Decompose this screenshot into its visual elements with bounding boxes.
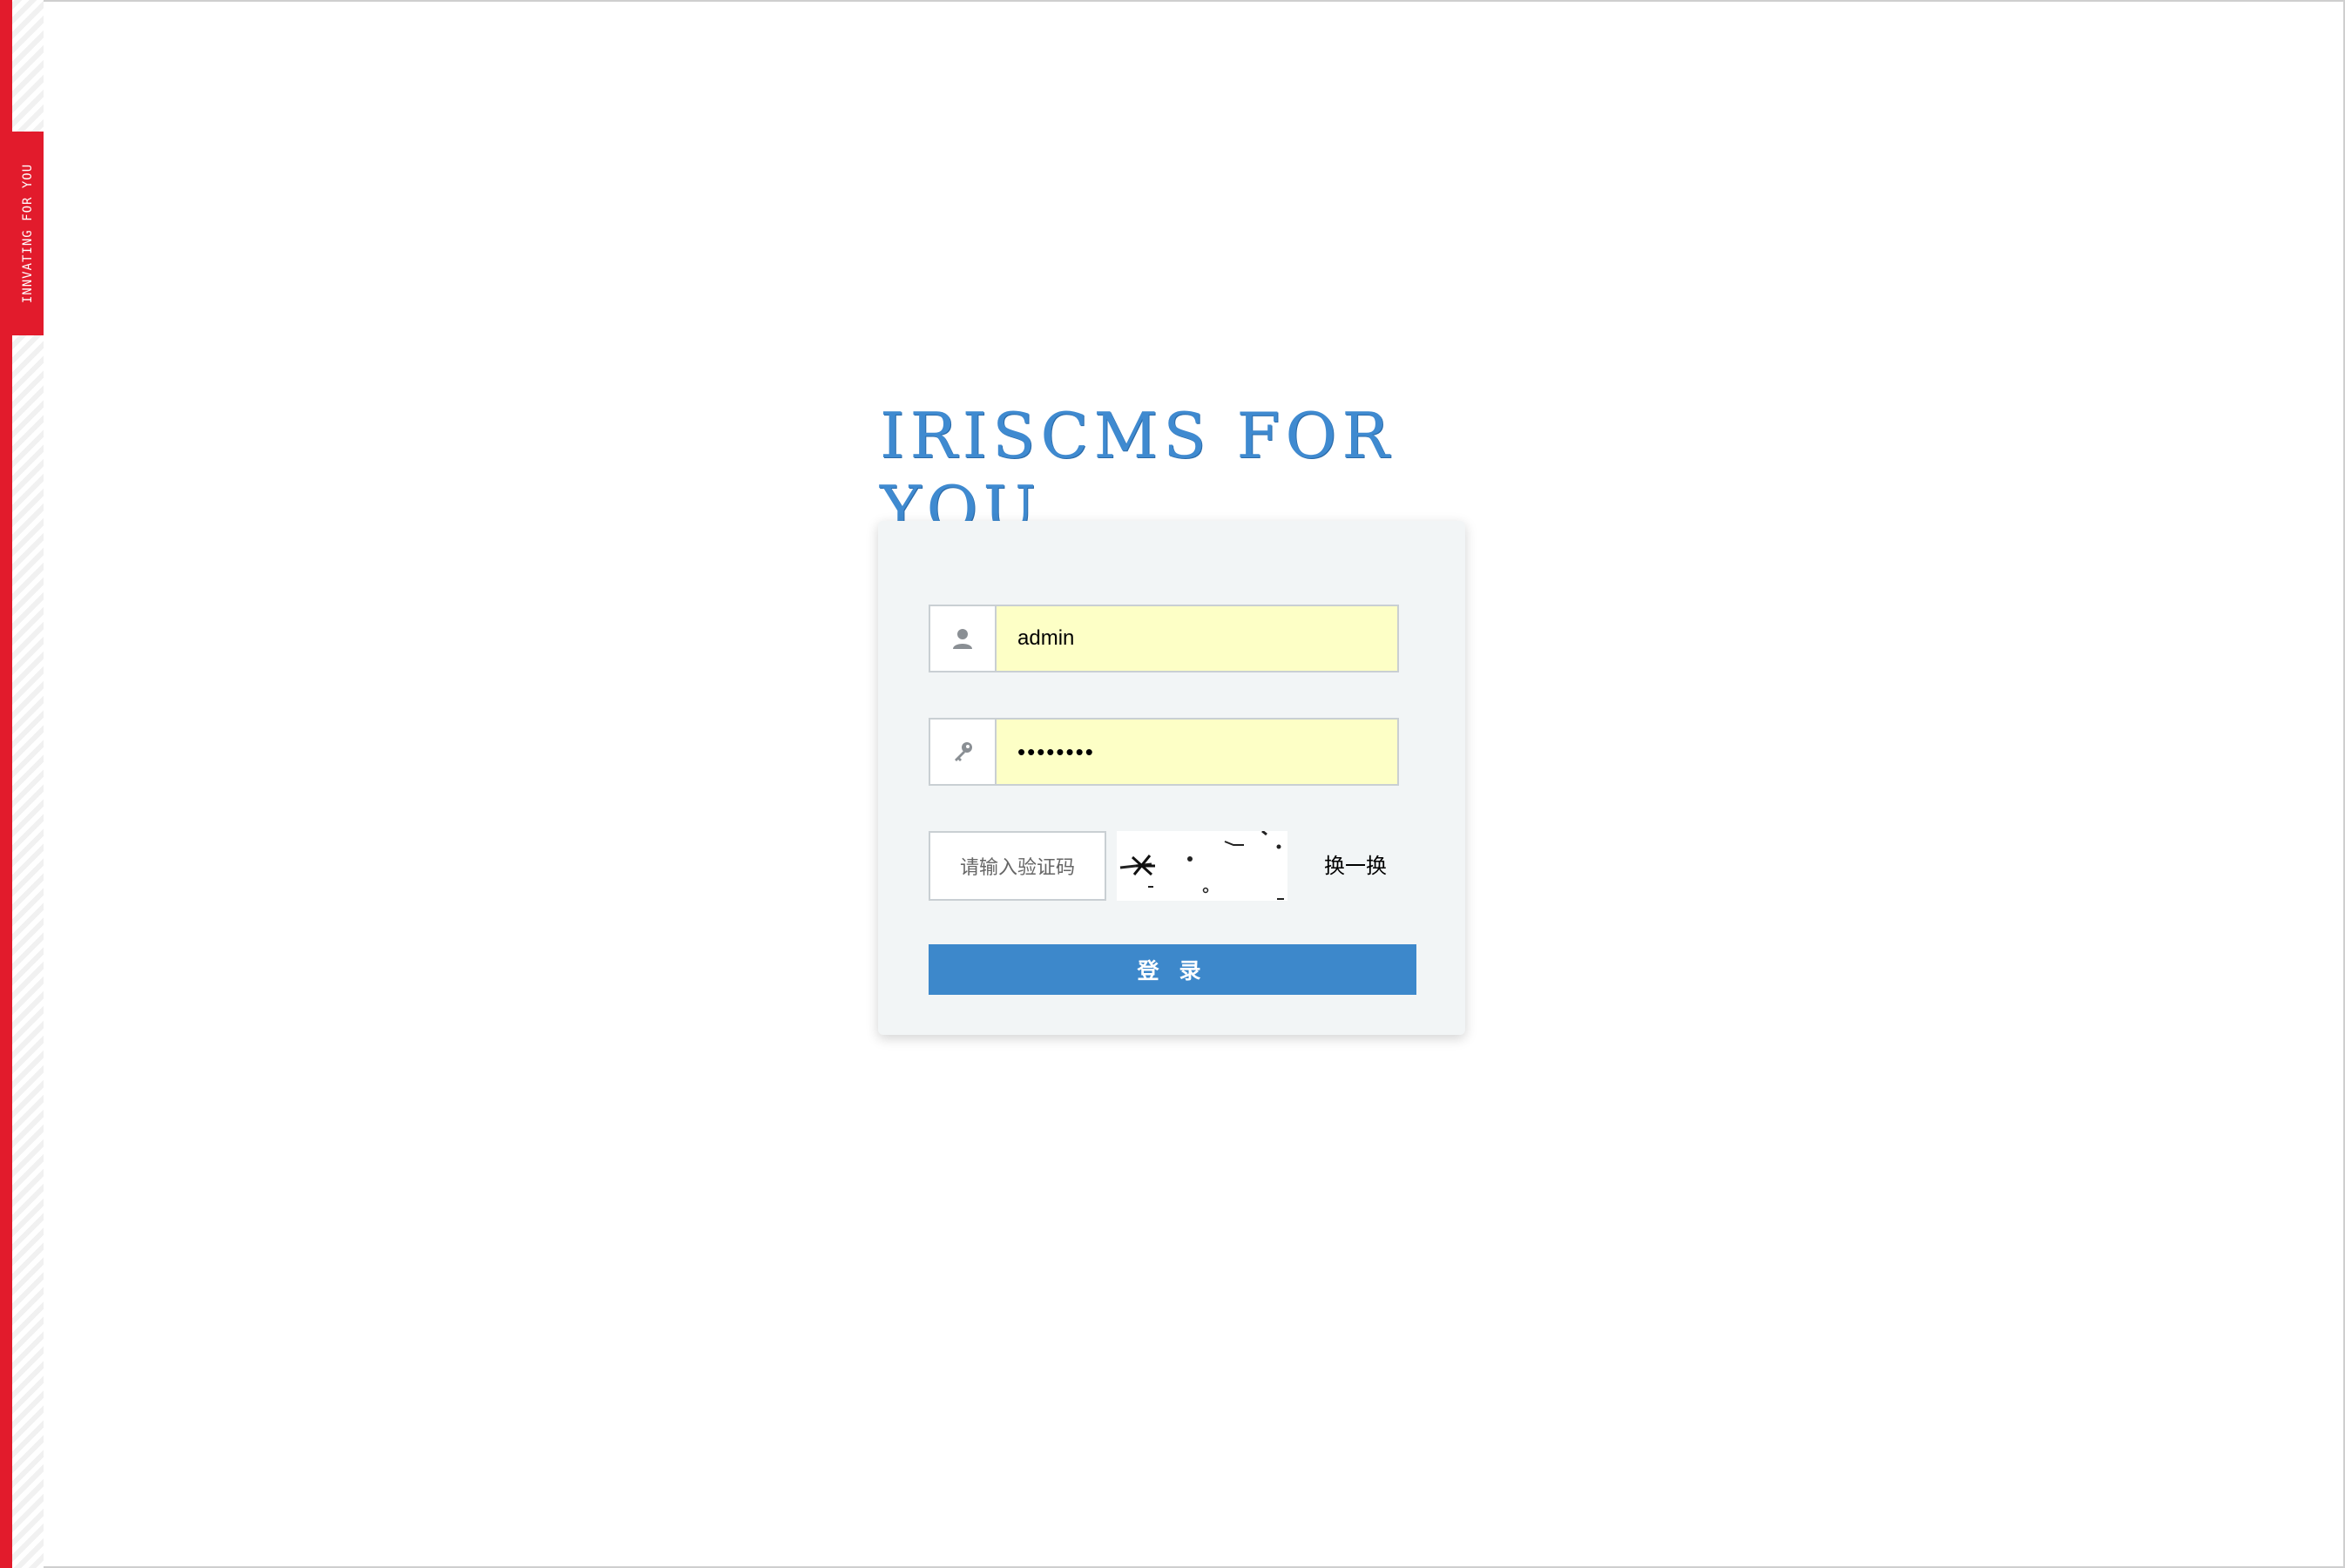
brand-logo: IRISCMS FOR YOU xyxy=(880,399,1458,545)
side-tag-label: INNVATING FOR YOU xyxy=(21,163,36,304)
side-red-bar xyxy=(0,0,12,1568)
side-tag: INNVATING FOR YOU xyxy=(12,132,44,335)
user-icon xyxy=(929,605,995,672)
username-row: admin xyxy=(929,605,1399,672)
key-icon xyxy=(929,718,995,786)
side-strip: INNVATING FOR YOU xyxy=(0,0,44,1568)
password-row: •••••••• xyxy=(929,718,1399,786)
captcha-image[interactable] xyxy=(1117,829,1287,901)
password-input[interactable]: •••••••• xyxy=(995,718,1399,786)
captcha-refresh-link[interactable]: 换一换 xyxy=(1324,848,1387,879)
username-input[interactable]: admin xyxy=(995,605,1399,672)
login-button[interactable]: 登 录 xyxy=(929,944,1416,995)
captcha-input[interactable]: 请输入验证码 xyxy=(929,831,1106,901)
